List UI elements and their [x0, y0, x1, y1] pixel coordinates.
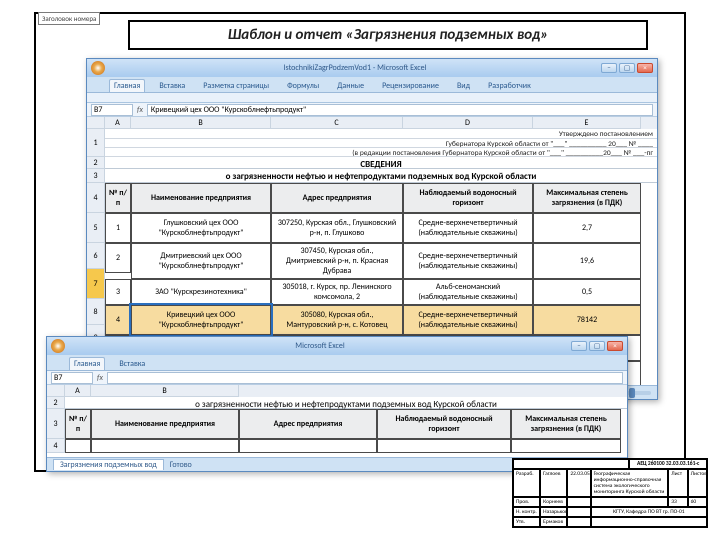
cell[interactable]: Средне-верхнечетвертичный (наблюдательны… — [403, 305, 533, 335]
empty-cell[interactable] — [239, 439, 377, 453]
th-addr: Адрес предприятия — [239, 409, 377, 439]
approval-line-3: (в редакции постановления Губернатора Ку… — [105, 148, 657, 157]
cell[interactable]: 19,6 — [533, 243, 641, 279]
cell[interactable]: 3 — [105, 279, 131, 305]
col-header-c[interactable]: C — [271, 117, 403, 129]
formula-bar: B7 fx — [47, 371, 627, 385]
cell[interactable]: ЗАО "Курскрезинотехника" — [131, 279, 271, 305]
office-orb-icon[interactable] — [51, 339, 65, 353]
empty-cell[interactable] — [511, 439, 621, 453]
maximize-button[interactable]: ▢ — [619, 63, 635, 73]
doc-title-2: о загрязненности нефтью и нефтепродуктам… — [105, 169, 657, 183]
cell[interactable]: 78142 — [533, 305, 641, 335]
cell[interactable]: 0,5 — [533, 279, 641, 305]
stamp-code: АЕЦ 260100 32.03.03.161-с — [629, 459, 707, 469]
window-title: IstochnikiZagrPodzemVod1 - Microsoft Exc… — [109, 63, 601, 73]
empty-cell[interactable] — [91, 439, 239, 453]
th-num: № п/п — [105, 183, 131, 213]
status-ready: Готово — [170, 460, 192, 470]
tab-home[interactable]: Главная — [109, 79, 145, 92]
minimize-button[interactable]: – — [571, 341, 587, 351]
approval-line-1: Утверждено постановлением — [105, 129, 657, 139]
th-name: Наименование предприятия — [91, 409, 239, 439]
th-name: Наименование предприятия — [131, 183, 271, 213]
fx-icon[interactable]: fx — [137, 105, 143, 115]
formula-input[interactable] — [107, 372, 623, 384]
col-header-a[interactable]: A — [105, 117, 131, 129]
maximize-button[interactable]: ▢ — [589, 341, 605, 351]
stamp-org: КГТУ, Кафедра ПО ВТ гр. ПО-01 — [591, 507, 707, 517]
window-title: Microsoft Excel — [69, 341, 571, 351]
close-button[interactable]: × — [637, 63, 653, 73]
cell[interactable]: 2 — [105, 243, 131, 273]
ribbon-body — [87, 93, 657, 103]
cell[interactable]: Дмитриевский цех ООО "Курскоблнефтьпроду… — [131, 243, 271, 279]
col-header-d[interactable]: D — [403, 117, 533, 129]
col-header-b[interactable]: B — [91, 385, 239, 397]
doc-title-2: о загрязненности нефтью и нефтепродуктам… — [65, 397, 627, 409]
titlebar[interactable]: Microsoft Excel – ▢ × — [47, 337, 627, 355]
tab-view[interactable]: Вид — [453, 80, 474, 92]
tab-home[interactable]: Главная — [69, 357, 105, 370]
slide-title: Шаблон и отчет «Загрязнения подземных во… — [128, 20, 648, 50]
stamp-project: Географическая информационно-справочная … — [591, 469, 669, 497]
cell[interactable]: 305018, г. Курск, пр. Ленинского комсомо… — [271, 279, 403, 305]
office-orb-icon[interactable] — [91, 61, 105, 75]
drawing-stamp: АЕЦ 260100 32.03.03.161-с Разраб.Гаглоев… — [512, 458, 708, 528]
tab-data[interactable]: Данные — [333, 80, 368, 92]
titlebar[interactable]: IstochnikiZagrPodzemVod1 - Microsoft Exc… — [87, 59, 657, 77]
th-horizon: Наблюдаемый водоносный горизонт — [403, 183, 533, 213]
cell[interactable]: Глушковский цех ООО "Курскоблнефтьпродук… — [131, 213, 271, 243]
active-cell[interactable]: Кривецкий цех ООО "Курскоблнефтьпродукт" — [131, 305, 271, 335]
th-num: № п/п — [65, 409, 91, 439]
cell[interactable]: Средне-верхнечетвертичный (наблюдательны… — [403, 243, 533, 279]
cell[interactable]: 307450, Курская обл., Дмитриевский р-н, … — [271, 243, 403, 279]
cell[interactable]: 305080, Курская обл., Мантуровский р-н, … — [271, 305, 403, 335]
col-header-a[interactable]: A — [65, 385, 91, 397]
ribbon-tabs: Главная Вставка — [47, 355, 627, 371]
col-header-e[interactable]: E — [533, 117, 641, 129]
col-header-b[interactable]: B — [131, 117, 271, 129]
tab-layout[interactable]: Разметка страницы — [199, 80, 273, 92]
cell[interactable]: 307250, Курская обл., Глушковский р-н, п… — [271, 213, 403, 243]
cell[interactable]: 2,7 — [533, 213, 641, 243]
tab-insert[interactable]: Вставка — [115, 358, 149, 370]
tab-formulas[interactable]: Формулы — [283, 80, 323, 92]
tab-review[interactable]: Рецензирование — [378, 80, 443, 92]
fx-icon[interactable]: fx — [97, 373, 103, 383]
name-box[interactable]: B7 — [91, 104, 133, 116]
excel-window-template: Microsoft Excel – ▢ × Главная Вставка B7… — [46, 336, 628, 472]
th-horizon: Наблюдаемый водоносный горизонт — [377, 409, 511, 439]
doc-title-1: СВЕДЕНИЯ — [105, 157, 657, 169]
th-pdk: Максимальная степень загрязнения (в ПДК) — [511, 409, 621, 439]
formula-input[interactable]: Кривецкий цех ООО "Курскоблнефтьпродукт" — [147, 104, 653, 116]
minimize-button[interactable]: – — [601, 63, 617, 73]
cell[interactable]: Альб-сеноманский (наблюдательные скважин… — [403, 279, 533, 305]
th-pdk: Максимальная степень загрязнения (в ПДК) — [533, 183, 641, 213]
empty-cell[interactable] — [377, 439, 511, 453]
data-table-template: № п/п Наименование предприятия Адрес пре… — [65, 409, 627, 453]
formula-bar: B7 fx Кривецкий цех ООО "Курскоблнефтьпр… — [87, 103, 657, 117]
spreadsheet-grid[interactable]: A B 2 3 4 о загрязненности нефтью и нефт… — [47, 385, 627, 457]
cell[interactable]: 1 — [105, 213, 131, 243]
tab-developer[interactable]: Разработчик — [484, 80, 535, 92]
approval-line-2: Губернатора Курской области от "___" ___… — [105, 139, 657, 148]
sheet-tab[interactable]: Загрязнения подземных вод — [53, 459, 164, 470]
tab-insert[interactable]: Вставка — [155, 80, 189, 92]
ribbon-tabs: Главная Вставка Разметка страницы Формул… — [87, 77, 657, 93]
close-button[interactable]: × — [607, 341, 623, 351]
th-addr: Адрес предприятия — [271, 183, 403, 213]
empty-cell[interactable] — [65, 439, 91, 453]
name-box[interactable]: B7 — [51, 372, 93, 384]
cell[interactable]: 4 — [105, 305, 131, 335]
cell[interactable]: Средне-верхнечетвертичный (наблюдательны… — [403, 213, 533, 243]
slide-number-placeholder: Заголовок номера — [38, 12, 100, 25]
